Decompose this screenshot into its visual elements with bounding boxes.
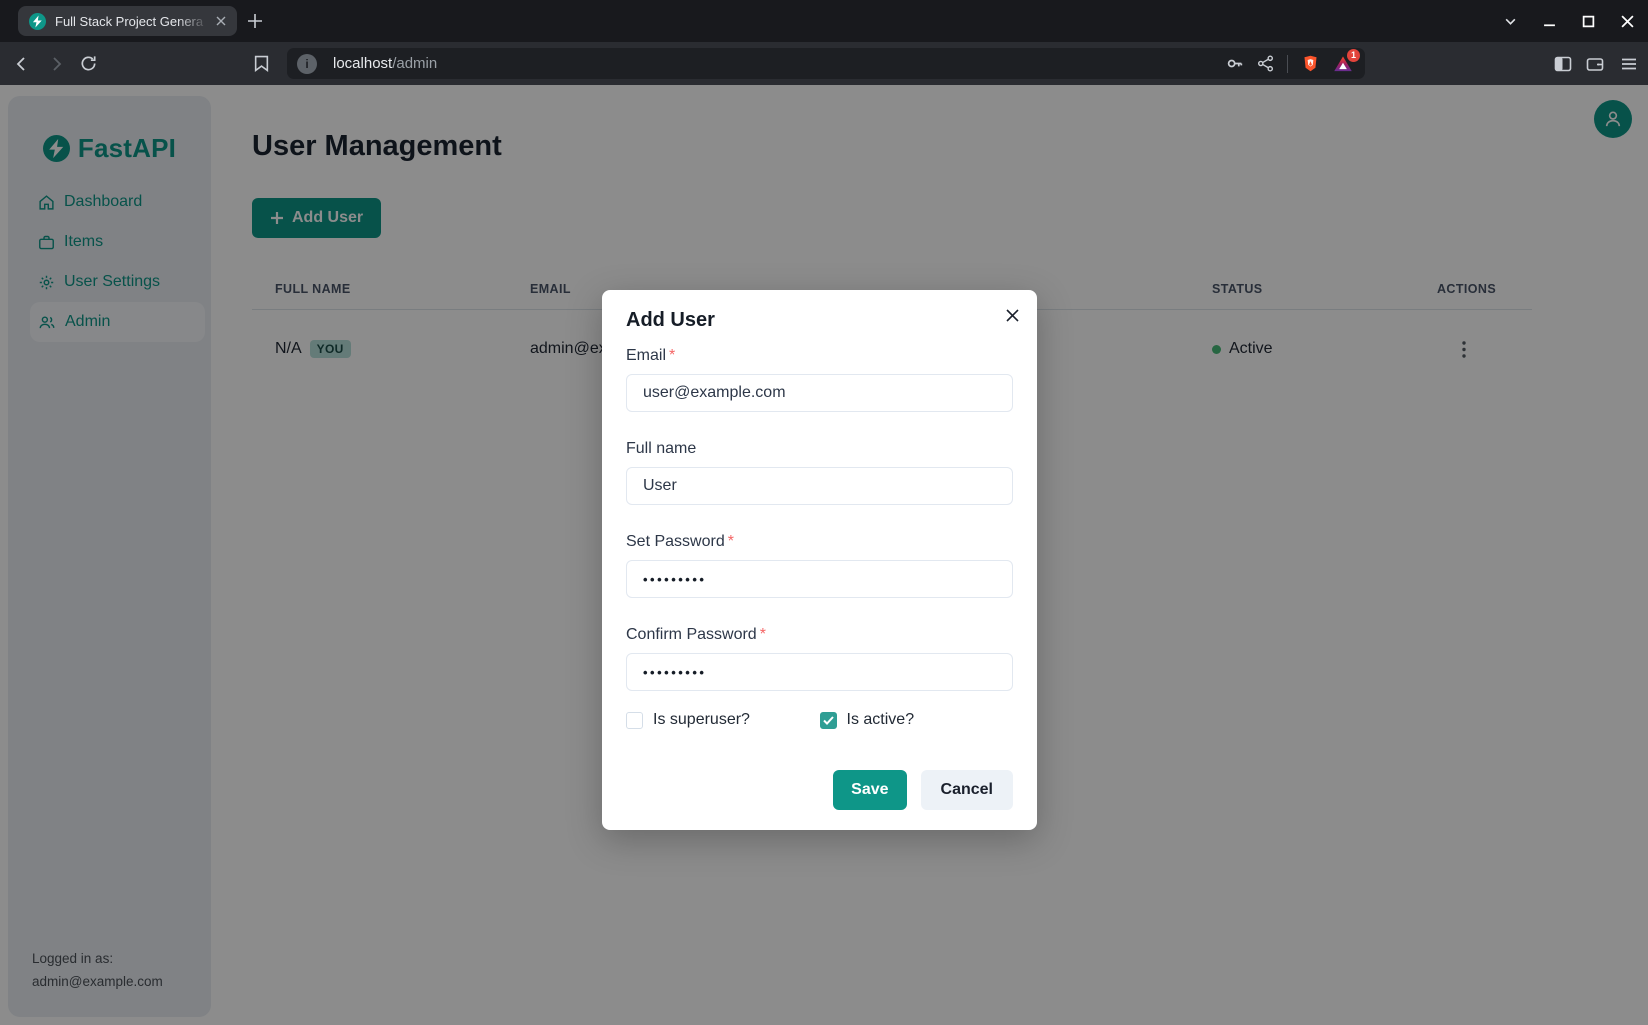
tab-close-icon[interactable]	[212, 12, 230, 30]
checkbox-checked-icon[interactable]	[820, 712, 837, 729]
bookmark-icon[interactable]	[247, 42, 275, 85]
key-icon[interactable]	[1225, 54, 1244, 73]
admin-page: FastAPI Dashboard Items User Settings Ad…	[0, 85, 1648, 1025]
tab-search-chevron-icon[interactable]	[1499, 10, 1521, 32]
email-field-group: Email*	[626, 347, 1013, 412]
close-window-icon[interactable]	[1616, 10, 1638, 32]
email-field[interactable]	[626, 374, 1013, 412]
browser-tab[interactable]: Full Stack Project Genera	[18, 6, 237, 36]
modal-title: Add User	[626, 309, 1013, 332]
modal-body: Email* Full name Set Password* Confirm P…	[602, 337, 1037, 729]
checkbox-row: Is superuser? Is active?	[626, 711, 1013, 729]
url-path: /admin	[392, 55, 437, 72]
full-name-field-group: Full name	[626, 440, 1013, 505]
wallet-icon[interactable]	[1581, 42, 1609, 85]
site-info-icon[interactable]: i	[297, 54, 317, 74]
checkbox-unchecked-icon[interactable]	[626, 712, 643, 729]
rewards-badge: 1	[1347, 49, 1360, 62]
brave-rewards-icon[interactable]: 1	[1333, 54, 1353, 74]
confirm-password-field[interactable]	[626, 653, 1013, 691]
is-superuser-checkbox[interactable]: Is superuser?	[626, 711, 820, 729]
new-tab-icon[interactable]	[247, 13, 263, 29]
save-button[interactable]: Save	[833, 770, 906, 810]
window-controls	[1499, 0, 1644, 42]
required-marker: *	[669, 347, 675, 364]
confirm-password-field-group: Confirm Password*	[626, 626, 1013, 691]
url-text[interactable]: localhost/admin	[333, 55, 1225, 72]
forward-icon[interactable]	[42, 42, 70, 85]
set-password-label: Set Password*	[626, 533, 1013, 551]
email-label: Email*	[626, 347, 1013, 365]
sidebar-toggle-icon[interactable]	[1549, 42, 1577, 85]
full-name-field[interactable]	[626, 467, 1013, 505]
back-icon[interactable]	[8, 42, 36, 85]
required-marker: *	[728, 533, 734, 550]
is-active-checkbox[interactable]: Is active?	[820, 711, 1014, 729]
set-password-field-group: Set Password*	[626, 533, 1013, 598]
browser-chrome: Full Stack Project Genera i	[0, 0, 1648, 85]
share-icon[interactable]	[1257, 55, 1274, 72]
modal-header: Add User	[602, 290, 1037, 337]
maximize-icon[interactable]	[1577, 10, 1599, 32]
is-superuser-label: Is superuser?	[653, 711, 750, 729]
close-icon	[1006, 309, 1019, 322]
set-password-field[interactable]	[626, 560, 1013, 598]
cancel-button[interactable]: Cancel	[921, 770, 1013, 810]
full-name-label: Full name	[626, 440, 1013, 458]
required-marker: *	[760, 626, 766, 643]
brave-shield-icon[interactable]	[1301, 54, 1320, 73]
minimize-icon[interactable]	[1538, 10, 1560, 32]
tab-strip: Full Stack Project Genera	[0, 0, 1648, 42]
modal-close-button[interactable]	[997, 300, 1027, 330]
url-host: localhost	[333, 55, 392, 72]
fastapi-favicon-icon	[29, 13, 46, 30]
is-active-label: Is active?	[847, 711, 915, 729]
divider	[1287, 55, 1288, 73]
reload-icon[interactable]	[74, 42, 102, 85]
confirm-password-label: Confirm Password*	[626, 626, 1013, 644]
address-bar-actions: 1	[1225, 54, 1353, 74]
menu-icon[interactable]	[1615, 42, 1643, 85]
address-bar[interactable]: i localhost/admin	[287, 48, 1365, 79]
modal-footer: Save Cancel	[602, 770, 1037, 810]
add-user-modal: Add User Email* Full name Set Password* …	[602, 290, 1037, 830]
tab-title: Full Stack Project Genera	[55, 14, 212, 29]
browser-toolbar: i localhost/admin	[0, 42, 1648, 85]
